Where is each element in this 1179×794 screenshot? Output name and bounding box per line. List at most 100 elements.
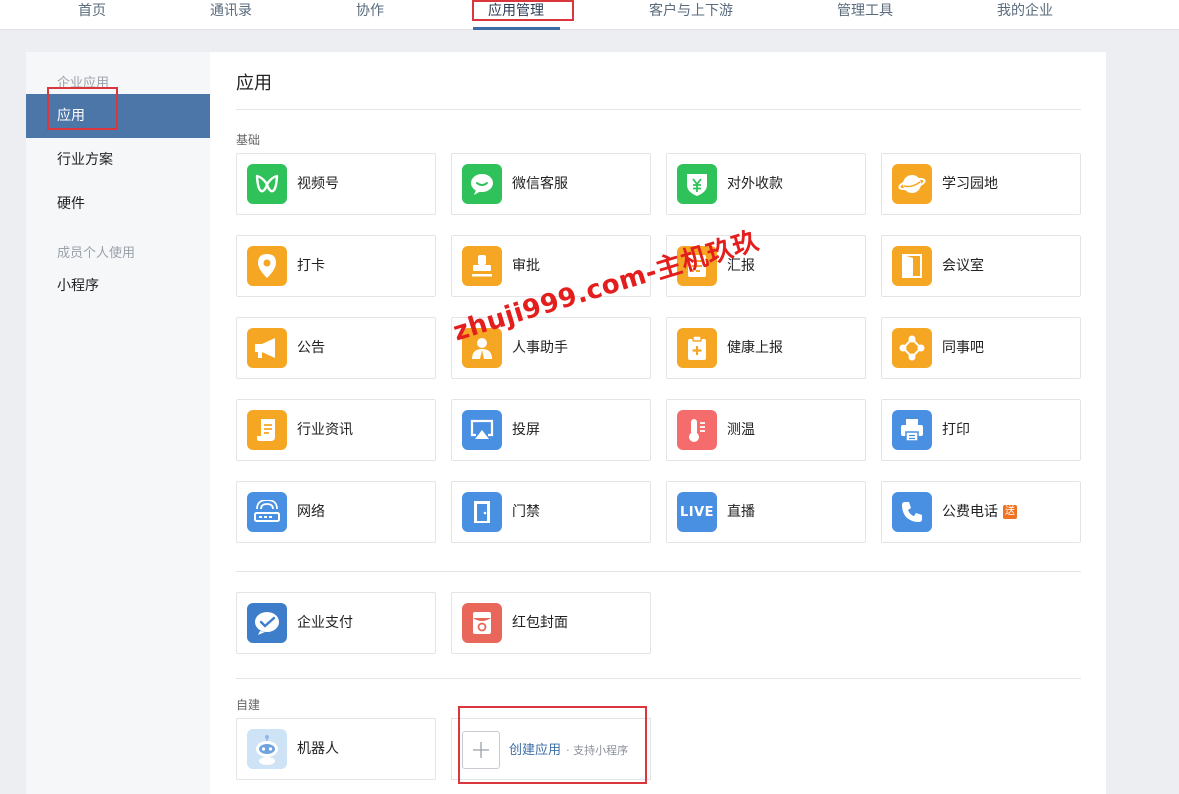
app-card-industry-news[interactable]: 行业资讯	[236, 399, 436, 461]
app-label: 健康上报	[727, 340, 783, 356]
sidebar: 企业应用 应用 行业方案 硬件 成员个人使用 小程序	[26, 52, 210, 794]
app-label: 红包封面	[512, 615, 568, 631]
sidebar-group-personal-use: 成员个人使用	[57, 246, 136, 261]
nav-home[interactable]: 首页	[78, 0, 106, 30]
channels-icon	[247, 164, 287, 204]
gate-door-icon	[462, 492, 502, 532]
app-label: 打印	[942, 422, 970, 438]
door-icon	[892, 246, 932, 286]
nav-collaboration[interactable]: 协作	[356, 0, 384, 30]
divider	[236, 571, 1081, 572]
live-icon: LIVE	[677, 492, 717, 532]
sidebar-item-apps[interactable]: 应用	[26, 94, 210, 138]
app-label: 打卡	[297, 258, 325, 274]
app-label: 直播	[727, 504, 755, 520]
sidebar-item-industry-solutions[interactable]: 行业方案	[26, 138, 210, 182]
app-card-red-packet[interactable]: 红包封面	[451, 592, 651, 654]
main-panel: 应用 基础 视频号 微信客服 对外收款 学习园地 打卡 审批 汇报 会议室 公告…	[210, 52, 1106, 794]
divider	[236, 678, 1081, 679]
app-label: 行业资讯	[297, 422, 353, 438]
app-card-colleague-bar[interactable]: 同事吧	[881, 317, 1081, 379]
app-label: 公费电话	[942, 504, 998, 520]
page-title: 应用	[236, 73, 272, 94]
app-label: 企业支付	[297, 615, 353, 631]
app-label-with-badge: 公费电话送	[942, 482, 1017, 542]
person-icon	[462, 328, 502, 368]
app-card-approval[interactable]: 审批	[451, 235, 651, 297]
app-card-announcement[interactable]: 公告	[236, 317, 436, 379]
app-card-report[interactable]: 汇报	[666, 235, 866, 297]
printer-icon	[892, 410, 932, 450]
app-label: 公告	[297, 340, 325, 356]
red-packet-icon	[462, 603, 502, 643]
app-card-enterprise-pay[interactable]: 企业支付	[236, 592, 436, 654]
app-label: 测温	[727, 422, 755, 438]
sidebar-item-hardware[interactable]: 硬件	[26, 182, 210, 226]
app-card-hr-assistant[interactable]: 人事助手	[451, 317, 651, 379]
router-icon	[247, 492, 287, 532]
app-label: 会议室	[942, 258, 984, 274]
app-card-meeting-room[interactable]: 会议室	[881, 235, 1081, 297]
section-label-custom: 自建	[236, 698, 261, 712]
stamp-icon	[462, 246, 502, 286]
gift-badge: 送	[1003, 505, 1017, 519]
wechat-pay-icon	[247, 603, 287, 643]
nav-customers-upstream-downstream[interactable]: 客户与上下游	[649, 0, 733, 30]
app-card-live[interactable]: LIVE 直播	[666, 481, 866, 543]
app-label: 视频号	[297, 176, 339, 192]
create-app-button[interactable]: 创建应用 · 支持小程序	[451, 718, 651, 780]
planet-icon	[892, 164, 932, 204]
app-label: 微信客服	[512, 176, 568, 192]
live-icon-text: LIVE	[679, 504, 715, 520]
app-label: 审批	[512, 258, 540, 274]
divider	[236, 109, 1081, 110]
create-app-subtext: · 支持小程序	[566, 744, 629, 757]
app-card-learning[interactable]: 学习园地	[881, 153, 1081, 215]
top-navigation: 首页 通讯录 协作 应用管理 客户与上下游 管理工具 我的企业	[0, 0, 1179, 30]
sidebar-group-enterprise-apps: 企业应用	[57, 76, 110, 91]
yen-shield-icon	[677, 164, 717, 204]
app-card-health-report[interactable]: 健康上报	[666, 317, 866, 379]
app-label: 门禁	[512, 504, 540, 520]
phone-icon	[892, 492, 932, 532]
thermometer-icon	[677, 410, 717, 450]
app-card-channels[interactable]: 视频号	[236, 153, 436, 215]
section-label-basic: 基础	[236, 133, 261, 147]
app-card-checkin[interactable]: 打卡	[236, 235, 436, 297]
location-pin-icon	[247, 246, 287, 286]
sidebar-item-mini-program[interactable]: 小程序	[26, 264, 210, 308]
plus-icon	[462, 731, 500, 769]
app-label: 网络	[297, 504, 325, 520]
megaphone-icon	[247, 328, 287, 368]
app-card-print[interactable]: 打印	[881, 399, 1081, 461]
nav-app-management[interactable]: 应用管理	[488, 0, 544, 30]
app-card-wechat-service[interactable]: 微信客服	[451, 153, 651, 215]
create-app-text: 创建应用 · 支持小程序	[509, 719, 628, 781]
chat-bubble-icon	[462, 164, 502, 204]
create-app-label: 创建应用	[509, 743, 562, 758]
nav-management-tools[interactable]: 管理工具	[837, 0, 893, 30]
app-card-robot[interactable]: 机器人	[236, 718, 436, 780]
nav-contacts[interactable]: 通讯录	[210, 0, 252, 30]
nav-my-enterprise[interactable]: 我的企业	[997, 0, 1053, 30]
network-diamond-icon	[892, 328, 932, 368]
app-card-temperature[interactable]: 测温	[666, 399, 866, 461]
robot-icon	[247, 729, 287, 769]
scroll-icon	[247, 410, 287, 450]
app-label: 汇报	[727, 258, 755, 274]
app-card-screen-cast[interactable]: 投屏	[451, 399, 651, 461]
airplay-icon	[462, 410, 502, 450]
app-card-payment-collect[interactable]: 对外收款	[666, 153, 866, 215]
app-card-public-phone[interactable]: 公费电话送	[881, 481, 1081, 543]
app-label: 同事吧	[942, 340, 984, 356]
app-card-network[interactable]: 网络	[236, 481, 436, 543]
app-label: 机器人	[297, 741, 339, 757]
app-label: 学习园地	[942, 176, 998, 192]
app-label: 人事助手	[512, 340, 568, 356]
document-icon	[677, 246, 717, 286]
app-label: 投屏	[512, 422, 540, 438]
app-label: 对外收款	[727, 176, 783, 192]
nav-active-indicator	[473, 27, 560, 30]
clipboard-plus-icon	[677, 328, 717, 368]
app-card-access-control[interactable]: 门禁	[451, 481, 651, 543]
